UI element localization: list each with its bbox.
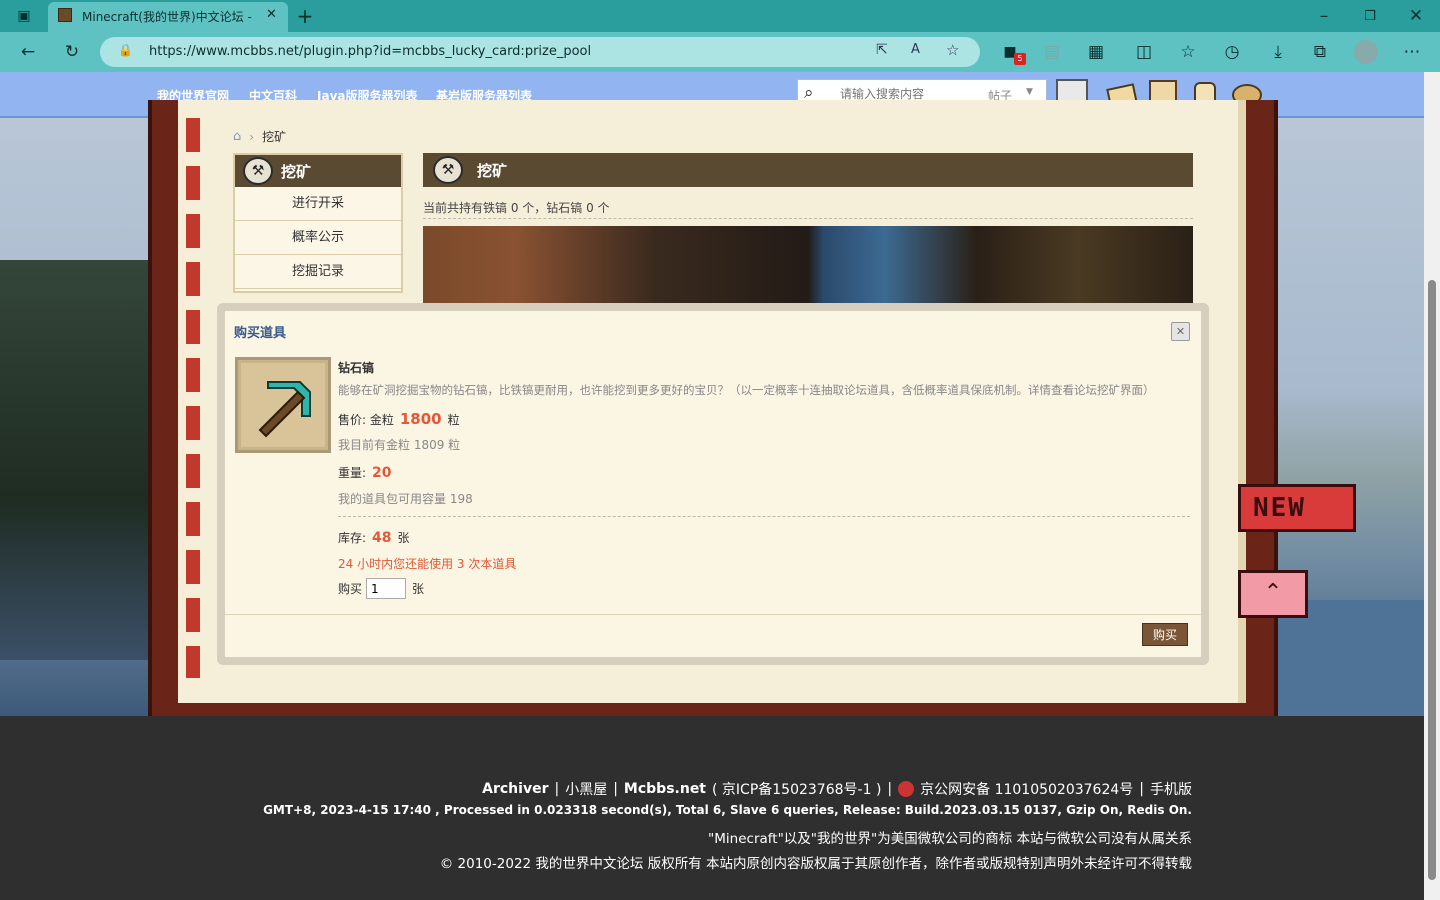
back-icon[interactable]: ← (12, 37, 44, 67)
weight-label: 重量: (338, 466, 367, 480)
refresh-icon[interactable]: ↻ (56, 37, 88, 67)
background-trees (0, 260, 160, 660)
main-title: 挖矿 (477, 161, 508, 180)
diamond-pickaxe-icon (258, 381, 311, 438)
price-unit: 粒 (447, 413, 460, 427)
address-bar[interactable]: 🔒 https://www.mcbbs.net/plugin.php?id=mc… (100, 37, 980, 67)
gold-balance: 我目前有金粒 1809 粒 (338, 438, 461, 452)
bag-capacity: 我的道具包可用容量 198 (338, 492, 473, 506)
collections-icon[interactable]: ⧉ (1304, 37, 1336, 67)
tab-close-icon[interactable]: ✕ (266, 7, 277, 22)
footer-stats: GMT+8, 2023-4-15 17:40 , Processed in 0.… (263, 803, 1192, 817)
stock-label: 库存: (338, 531, 367, 545)
footer-blacklist-link[interactable]: 小黑屋 (565, 779, 607, 799)
downloads-icon[interactable]: ⤓ (1262, 37, 1294, 67)
lock-icon: 🔒 (118, 43, 133, 57)
price-row: 售价: 金粒 1800 粒 (338, 410, 460, 428)
favicon-icon (58, 8, 72, 22)
add-favorite-icon[interactable]: ☆ (946, 41, 959, 59)
favorites-icon[interactable]: ☆ (1172, 37, 1204, 67)
weight-row: 重量: 20 (338, 464, 392, 481)
url-text[interactable]: https://www.mcbbs.net/plugin.php?id=mcbb… (149, 44, 591, 59)
browser-tab-bar: ▣ Minecraft(我的世界)中文论坛 - ✕ + – ❐ ✕ (0, 0, 1440, 32)
extension-icon[interactable]: ■ 5 (994, 37, 1026, 67)
sidebar-item-mine[interactable]: 进行开采 (235, 187, 401, 221)
item-description: 能够在矿洞挖掘宝物的钻石镐，比铁镐更耐用，也许能挖到更多更好的宝贝？（以一定概率… (338, 383, 1155, 397)
footer-trademark: "Minecraft"以及"我的世界"为美国微软公司的商标 本站与微软公司没有从… (708, 831, 1192, 847)
price-value: 1800 (399, 410, 442, 428)
extension-icon-3[interactable]: ▦ (1080, 37, 1112, 67)
pickaxe-badge-icon: ⚒ (243, 157, 273, 185)
quantity-input[interactable] (366, 578, 407, 599)
scrollbar[interactable] (1424, 72, 1440, 900)
weight-value: 20 (372, 465, 392, 481)
breadcrumb: ⌂ › 挖矿 (233, 128, 286, 145)
usage-limit: 24 小时内您还能使用 3 次本道具 (338, 557, 517, 571)
chevron-down-icon[interactable]: ▼ (1026, 87, 1033, 97)
new-tag[interactable]: NEW (1238, 484, 1356, 532)
restore-icon[interactable]: ❐ (1354, 1, 1386, 31)
footer-archiver-link[interactable]: Archiver (482, 781, 548, 797)
footer-copyright: © 2010-2022 我的世界中文论坛 版权所有 本站内原创内容版权属于其原创… (439, 856, 1192, 872)
buy-row: 购买 张 (338, 578, 424, 599)
extension-icon-2[interactable]: ▤ (1036, 37, 1068, 67)
footer-police-link[interactable]: 京公网安备 11010502037624号 (920, 779, 1133, 799)
footer-site-link[interactable]: Mcbbs.net (624, 781, 706, 797)
window-close-icon[interactable]: ✕ (1400, 1, 1432, 31)
mining-status: 当前共持有铁镐 0 个，钻石镐 0 个 (423, 199, 1193, 219)
main-header: ⚒ 挖矿 (423, 153, 1193, 187)
profile-avatar[interactable] (1354, 40, 1378, 64)
buy-button[interactable]: 购买 (1142, 623, 1188, 646)
dialog-footer-divider (225, 614, 1201, 615)
home-icon[interactable]: ⌂ (233, 129, 241, 144)
stock-value: 48 (372, 530, 392, 546)
stock-unit: 张 (397, 531, 410, 545)
sidebar-item-records[interactable]: 挖掘记录 (235, 255, 401, 289)
buy-unit: 张 (412, 582, 425, 596)
history-icon[interactable]: ◷ (1216, 37, 1248, 67)
close-icon[interactable]: ✕ (1171, 322, 1190, 341)
sidebar: ⚒ 挖矿 进行开采 概率公示 挖掘记录 (233, 153, 403, 293)
buy-label: 购买 (338, 582, 363, 596)
item-name: 钻石镐 (338, 361, 375, 375)
sidebar-header: ⚒ 挖矿 (235, 155, 401, 187)
read-aloud-icon[interactable]: A (911, 42, 920, 57)
breadcrumb-separator: › (249, 129, 255, 144)
pickaxe-badge-icon: ⚒ (433, 156, 463, 184)
open-app-icon[interactable]: ⇱ (876, 42, 888, 58)
split-screen-icon[interactable]: ◫ (1128, 37, 1160, 67)
more-icon[interactable]: ⋯ (1396, 37, 1428, 67)
book-spine (186, 118, 200, 678)
dialog-title: 购买道具 (234, 326, 287, 341)
new-tab-icon[interactable]: + (289, 1, 321, 31)
footer-icp-link[interactable]: ( 京ICP备15023768号-1 ) (712, 779, 881, 799)
sidebar-title: 挖矿 (281, 162, 312, 181)
minimize-icon[interactable]: – (1308, 1, 1340, 31)
footer-line1: Archiver | 小黑屋 | Mcbbs.net ( 京ICP备15023768… (482, 779, 1192, 799)
browser-tab[interactable]: Minecraft(我的世界)中文论坛 - ✕ (48, 2, 288, 32)
price-label: 售价: 金粒 (338, 413, 394, 427)
stock-row: 库存: 48 张 (338, 529, 410, 546)
police-badge-icon (898, 781, 915, 797)
divider (338, 516, 1190, 517)
extension-badge: 5 (1014, 53, 1026, 65)
tab-title: Minecraft(我的世界)中文论坛 - (82, 10, 252, 24)
sidebar-item-odds[interactable]: 概率公示 (235, 221, 401, 255)
footer-mobile-link[interactable]: 手机版 (1150, 779, 1192, 799)
tab-actions-icon[interactable]: ▣ (8, 1, 40, 31)
item-image (235, 357, 331, 453)
breadcrumb-current[interactable]: 挖矿 (262, 128, 286, 145)
scrollbar-thumb[interactable] (1428, 280, 1436, 880)
back-to-top-icon[interactable]: ⌃ (1238, 570, 1308, 618)
